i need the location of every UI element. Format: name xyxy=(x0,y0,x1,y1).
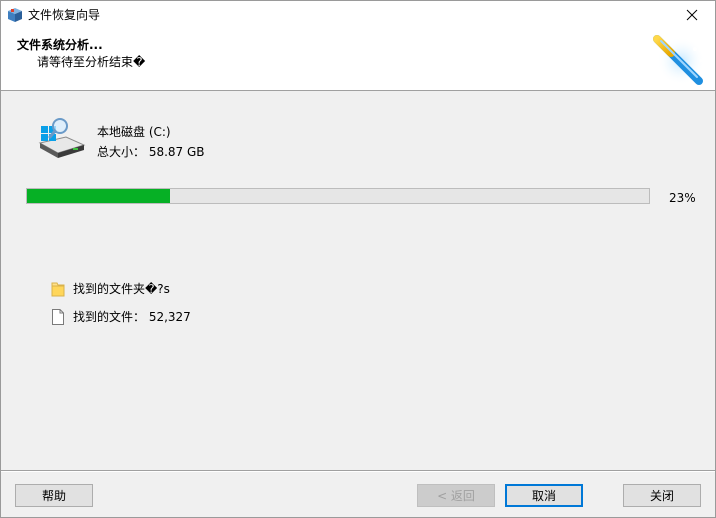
close-icon xyxy=(686,9,698,21)
file-icon xyxy=(52,308,64,325)
folder-icon xyxy=(51,282,65,296)
header-subtitle: 请等待至分析结束� xyxy=(37,55,146,69)
window-close-button[interactable] xyxy=(669,1,715,29)
cancel-button[interactable]: 取消 xyxy=(505,484,583,507)
app-box-icon xyxy=(8,8,22,22)
title-bar[interactable]: 文件恢复向导 xyxy=(1,1,715,29)
found-folders-text: 找到的文件夹�?s xyxy=(73,282,170,296)
bottom-separator xyxy=(1,470,715,472)
analysis-progress-fill xyxy=(27,189,171,203)
found-files-row: 找到的文件： 52,327 xyxy=(51,308,191,325)
drive-icon xyxy=(38,118,86,158)
drive-name: 本地磁盘 (C:) xyxy=(97,125,171,139)
magic-wand-icon xyxy=(653,35,705,85)
drive-total-size: 总大小： 58.87 GB xyxy=(97,145,205,159)
found-files-text: 找到的文件： 52,327 xyxy=(73,310,191,324)
window-title: 文件恢复向导 xyxy=(28,8,101,22)
found-folders-row: 找到的文件夹�?s xyxy=(51,280,170,297)
back-button[interactable]: < 返回 xyxy=(417,484,495,507)
close-dialog-button[interactable]: 关闭 xyxy=(623,484,701,507)
help-button[interactable]: 帮助 xyxy=(15,484,93,507)
analysis-progress-bar xyxy=(26,188,650,204)
header-title: 文件系统分析... xyxy=(17,38,103,52)
file-recovery-wizard-window: 文件恢复向导 文件系统分析... 请等待至分析结束� 本地磁盘 (C:) 总大小… xyxy=(0,0,716,518)
wizard-header: 文件系统分析... 请等待至分析结束� xyxy=(1,29,715,91)
progress-percent: 23% xyxy=(669,191,696,205)
